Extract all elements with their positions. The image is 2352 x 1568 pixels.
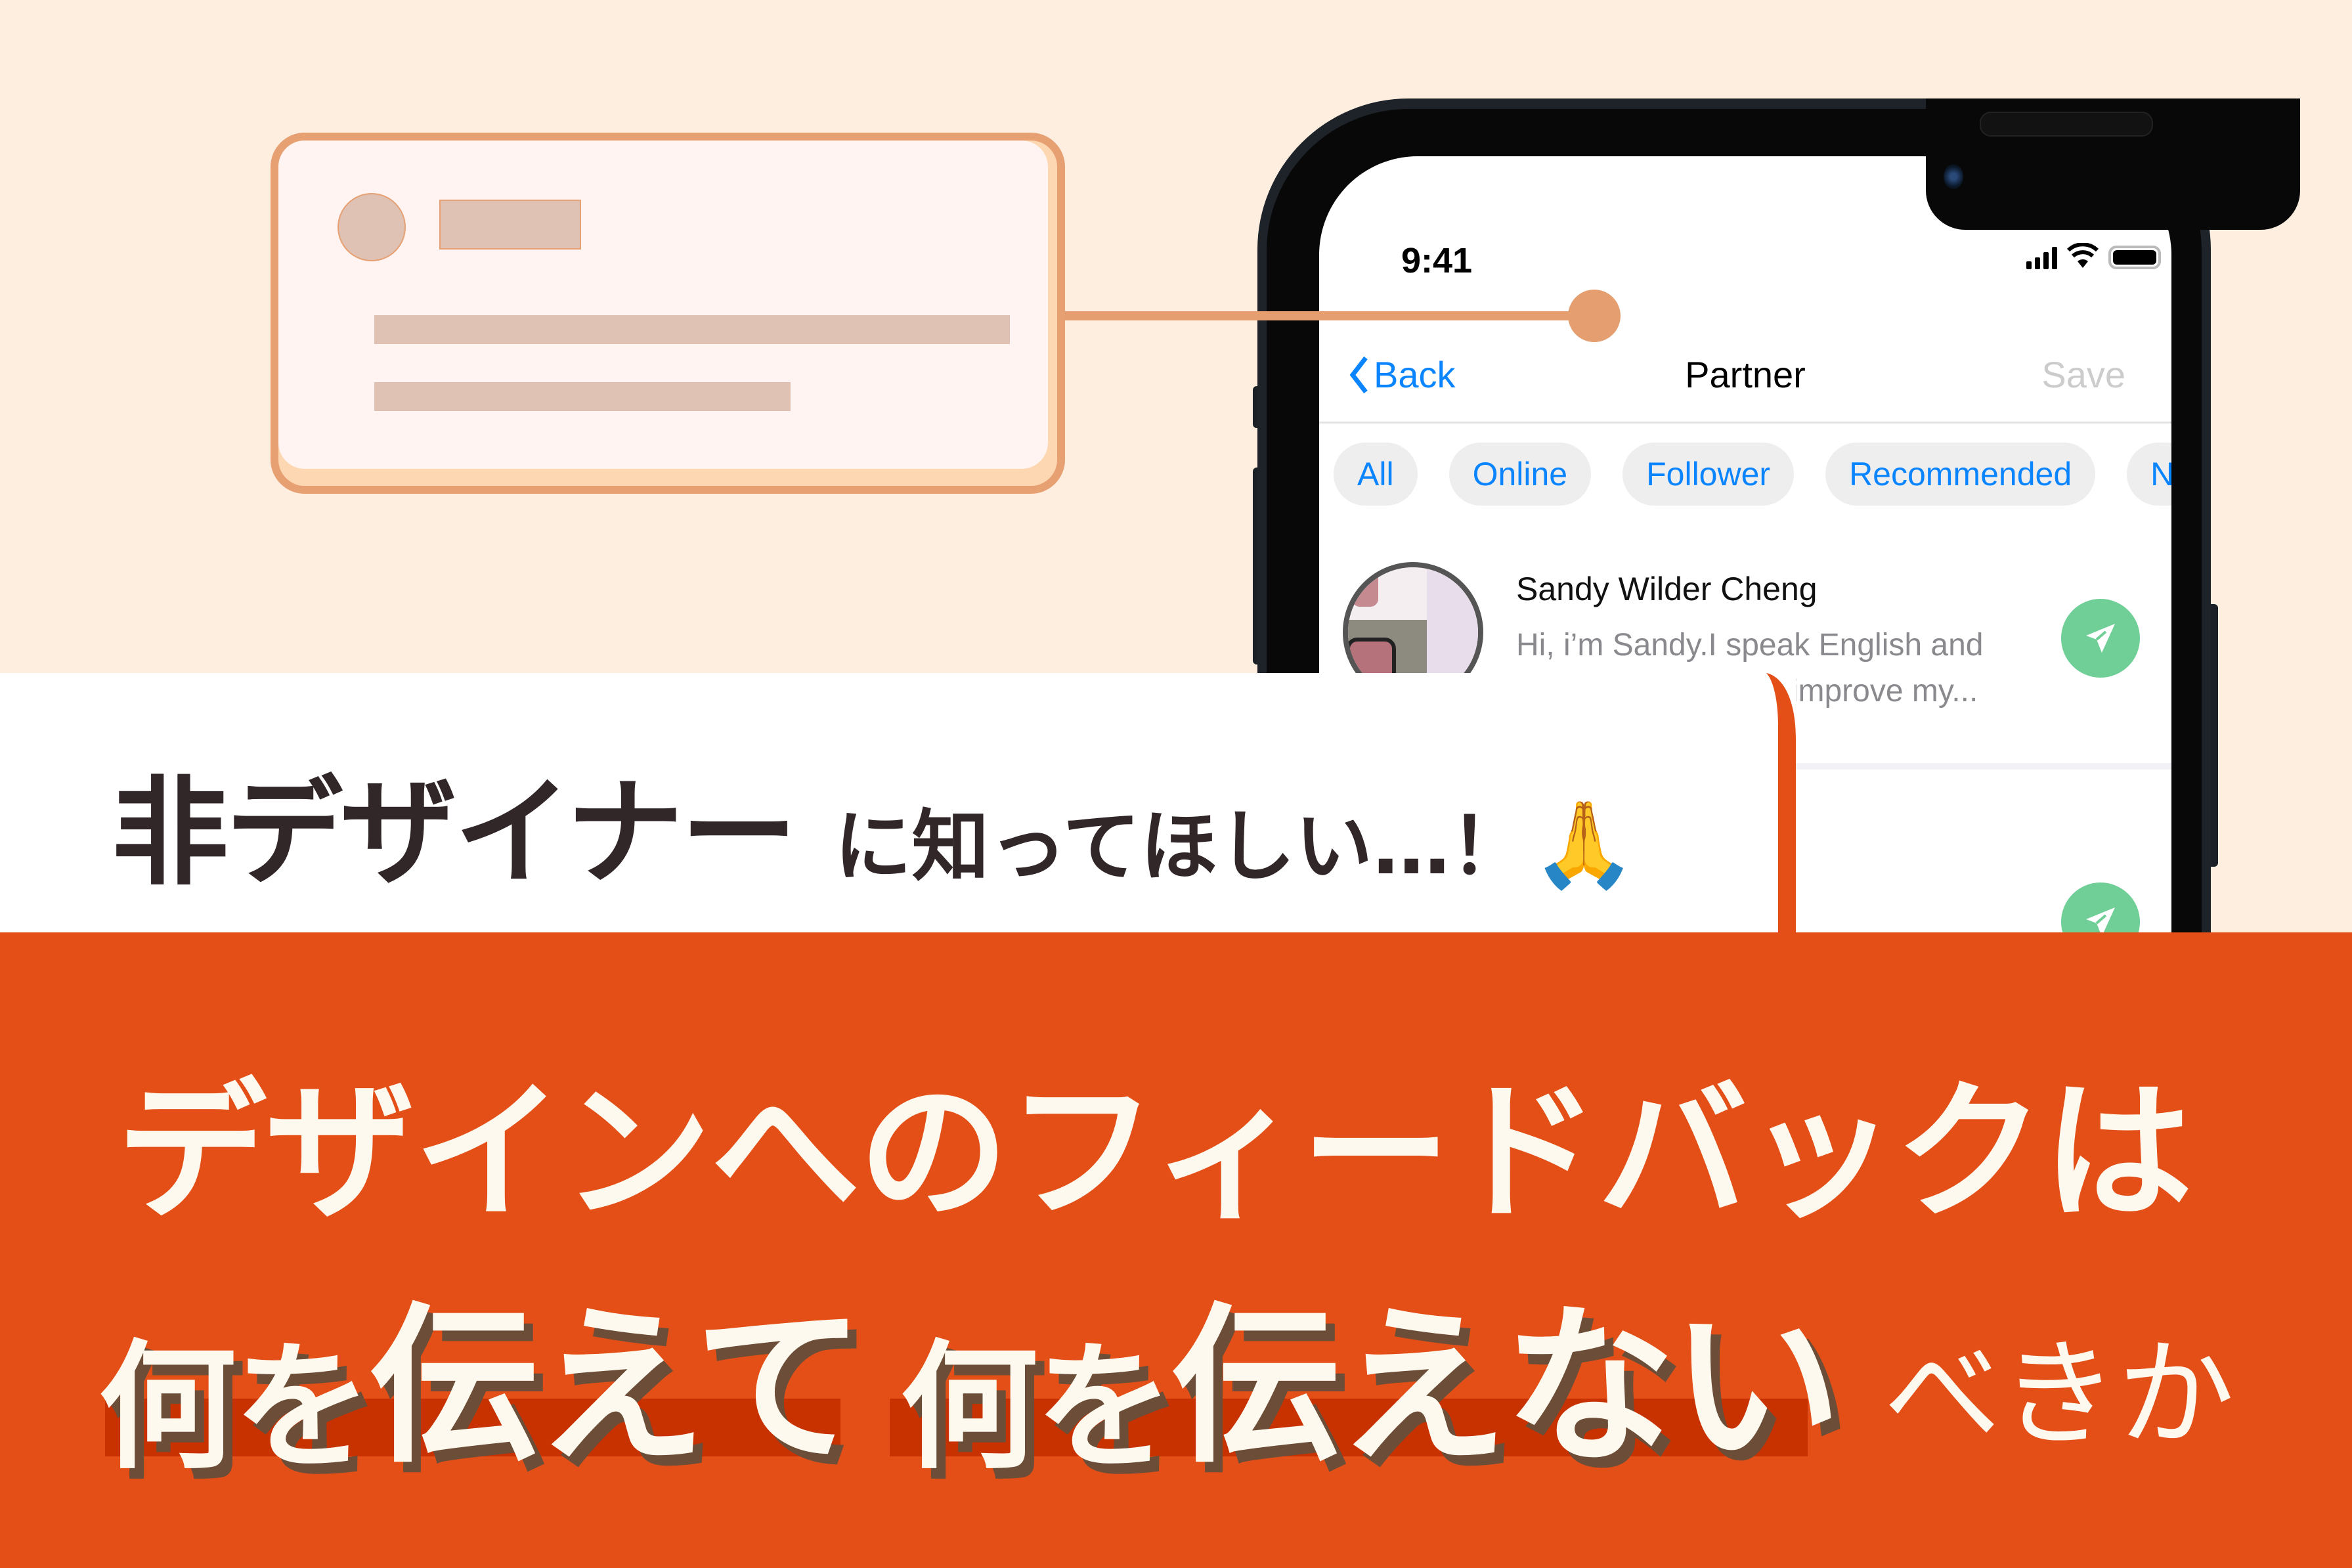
wireframe-text-line: [374, 315, 1010, 344]
cellular-signal-icon: [2026, 247, 2057, 269]
wireframe-text-line: [374, 382, 791, 411]
chip-follower[interactable]: Follower: [1622, 443, 1795, 506]
camera-icon: [1944, 164, 1963, 189]
wifi-icon: [2066, 243, 2099, 268]
praying-hands-icon: 🙏: [1531, 796, 1636, 894]
connector-line: [1065, 311, 1603, 320]
banner-curl: [1766, 673, 1796, 936]
status-time: 9:41: [1401, 241, 1473, 280]
headline-line1: デザインへのフィードバックは: [117, 1065, 2192, 1240]
wireframe-card-body: [278, 141, 1048, 469]
headline-convey: 伝えて: [369, 1288, 865, 1487]
headline-line2: 何を 伝えて 何を 伝えない べきか: [98, 1248, 2234, 1495]
connector-dot: [1568, 290, 1621, 342]
chip-all[interactable]: All: [1334, 443, 1418, 506]
send-button[interactable]: [2061, 599, 2140, 678]
chip-more[interactable]: N: [2127, 443, 2171, 506]
send-icon: [2086, 624, 2115, 653]
subtitle-strong: 非デザイナー: [112, 765, 797, 901]
wireframe-card: [271, 133, 1065, 494]
status-icons: [2026, 243, 2161, 269]
subtitle-rest: に知ってほしい…！: [834, 801, 1528, 892]
save-button[interactable]: Save: [2041, 353, 2125, 396]
nav-divider: [1319, 422, 2171, 424]
chip-recommended[interactable]: Recommended: [1825, 443, 2096, 506]
battery-icon: [2108, 246, 2161, 269]
headline-what-2: 何を: [900, 1327, 1173, 1488]
phone-speaker: [1980, 112, 2153, 137]
headline-not-convey: 伝えない: [1171, 1288, 1842, 1487]
message-line: Hi, i’m Sandy.I speak English and: [1516, 628, 1984, 663]
contact-name: Sandy Wilder Cheng: [1516, 571, 1818, 607]
filter-chips: All Online Follower Recommended N: [1334, 443, 2171, 506]
headline-tail: べきか: [1884, 1326, 2235, 1462]
subtitle-text: 非デザイナー に知ってほしい…！ 🙏: [112, 739, 1636, 907]
wireframe-avatar: [338, 193, 406, 261]
headline-what-1: 何を: [98, 1327, 372, 1488]
wireframe-title-block: [439, 200, 581, 250]
chip-online[interactable]: Online: [1448, 443, 1592, 506]
